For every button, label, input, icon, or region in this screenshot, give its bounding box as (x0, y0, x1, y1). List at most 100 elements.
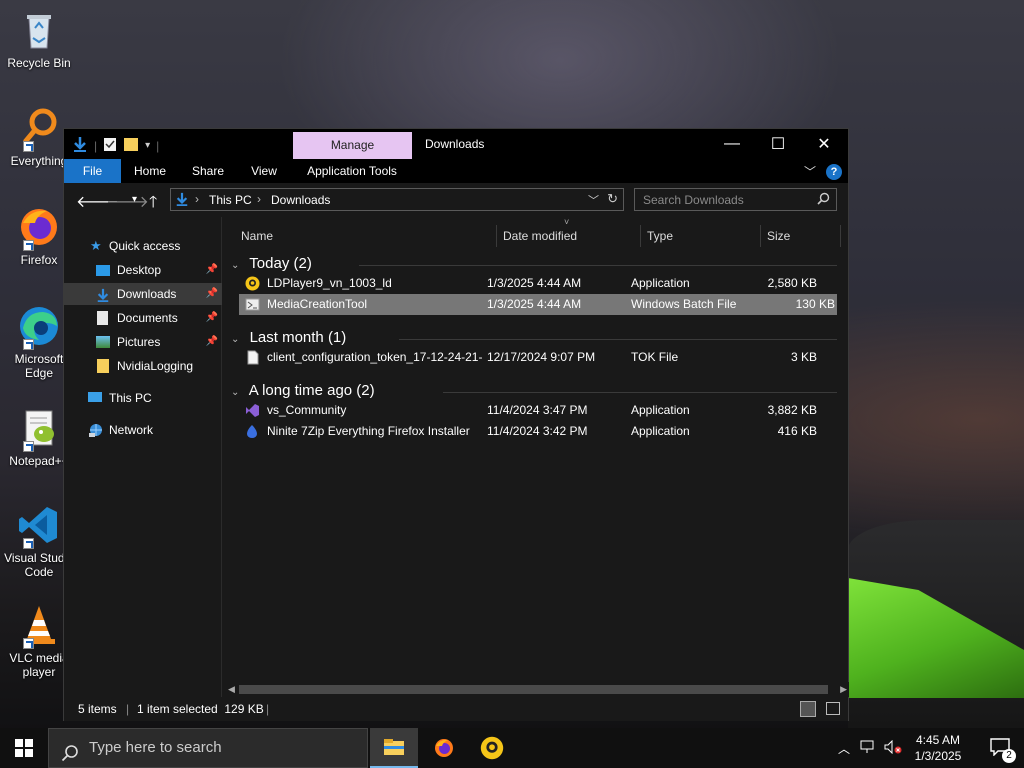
tab-file[interactable]: File (64, 159, 121, 183)
quick-access-toolbar: | ▾ | (72, 136, 159, 155)
properties-icon[interactable] (103, 136, 117, 155)
desktop-icon-label: VLC media player (9, 651, 69, 679)
column-size[interactable]: Size (761, 225, 841, 247)
notification-icon: 2 (990, 737, 1016, 763)
file-row-ninite-installer[interactable]: Ninite 7Zip Everything Firefox Installer… (239, 421, 837, 442)
sidebar-item-label: NvidiaLogging (117, 359, 194, 373)
address-dropdown-chevron-icon[interactable]: ﹀ (588, 192, 599, 208)
taskbar-ldplayer[interactable] (468, 728, 516, 768)
shortcut-arrow-icon (23, 638, 34, 649)
file-size: 130 KB (795, 297, 835, 311)
minimize-button[interactable]: — (709, 129, 755, 159)
desktop-icon-recycle-bin[interactable]: Recycle Bin (0, 8, 78, 70)
volume-muted-icon[interactable] (884, 739, 902, 757)
network-status-icon[interactable] (860, 740, 876, 757)
shortcut-arrow-icon (23, 538, 34, 549)
desktop-icon-label: Firefox (20, 253, 58, 267)
address-bar[interactable]: › This PC › Downloads ﹀ ↻ (170, 188, 624, 211)
scroll-thumb[interactable] (239, 685, 828, 694)
up-arrow-icon[interactable]: 🡑 (149, 191, 157, 218)
sidebar-item-this-pc[interactable]: This PC (64, 387, 222, 409)
column-name[interactable]: Name (235, 225, 497, 247)
sidebar-item-quick-access[interactable]: ★ Quick access (64, 235, 222, 257)
group-label: Today (2) (249, 255, 312, 272)
action-center-button[interactable]: 2 (976, 728, 1024, 768)
sidebar-item-documents[interactable]: Documents 📌 (64, 307, 222, 329)
refresh-icon[interactable]: ↻ (607, 191, 618, 207)
scroll-right-arrow-icon[interactable]: ▶ (840, 682, 847, 697)
tab-home[interactable]: Home (128, 159, 172, 183)
tab-manage[interactable]: Manage (293, 132, 412, 159)
horizontal-scrollbar[interactable]: ◀ ▶ (223, 682, 849, 697)
file-type: Application (631, 403, 690, 417)
firefox-icon (435, 739, 453, 757)
new-folder-icon[interactable] (123, 136, 139, 155)
file-name: Ninite 7Zip Everything Firefox Installer (267, 424, 470, 438)
sidebar-item-pictures[interactable]: Pictures 📌 (64, 331, 222, 353)
everything-icon (17, 106, 61, 152)
pin-icon[interactable]: 📌 (206, 331, 218, 353)
scroll-left-arrow-icon[interactable]: ◀ (228, 682, 235, 697)
folder-icon (97, 359, 109, 373)
sidebar-item-desktop[interactable]: Desktop 📌 (64, 259, 222, 281)
taskbar-search-placeholder: Type here to search (89, 739, 222, 756)
pin-icon[interactable]: 📌 (206, 307, 218, 329)
file-type: TOK File (631, 350, 679, 364)
clock[interactable]: 4:45 AM 1/3/2025 (906, 732, 970, 764)
sort-chevron-icon: ˅ (564, 217, 570, 227)
file-name: MediaCreationTool (267, 297, 368, 311)
downloads-arrow-icon (72, 136, 88, 155)
status-separator: | (126, 702, 130, 716)
search-icon (817, 192, 830, 208)
pin-icon[interactable]: 📌 (206, 259, 218, 281)
tab-view[interactable]: View (244, 159, 284, 183)
search-placeholder: Search Downloads (643, 193, 744, 207)
expand-ribbon-chevron-icon[interactable]: ﹀ (804, 163, 816, 180)
file-size: 3 KB (790, 350, 817, 364)
large-icons-view-icon[interactable] (826, 702, 840, 715)
pictures-icon (96, 336, 110, 348)
taskbar-search-box[interactable]: Type here to search (48, 728, 368, 768)
file-name: client_configuration_token_17-12-24-21-.… (267, 350, 483, 364)
star-icon: ★ (90, 238, 102, 253)
sidebar-item-downloads[interactable]: Downloads 📌 (64, 283, 222, 305)
search-downloads-input[interactable]: Search Downloads (634, 188, 837, 211)
sidebar-item-nvidialogging[interactable]: NvidiaLogging (64, 355, 222, 377)
desktop-icon-label: Microsoft Edge (14, 352, 64, 380)
clock-date: 1/3/2025 (914, 749, 962, 763)
close-button[interactable]: ✕ (801, 129, 847, 159)
taskbar-file-explorer[interactable] (370, 728, 418, 768)
recent-locations-chevron-icon[interactable]: ▾ (132, 194, 137, 205)
title-bar[interactable]: | ▾ | Manage Downloads — ☐ ✕ (64, 129, 848, 159)
group-divider (359, 265, 837, 266)
ldplayer-icon (480, 736, 504, 760)
pin-icon[interactable]: 📌 (206, 283, 218, 305)
breadcrumb-this-pc[interactable]: This PC (209, 193, 252, 207)
show-hidden-icons-chevron-icon[interactable]: ︿ (838, 740, 850, 757)
breadcrumb-downloads[interactable]: Downloads (271, 193, 330, 207)
window-title: Downloads (425, 137, 485, 151)
tab-share[interactable]: Share (186, 159, 230, 183)
details-view-icon[interactable] (800, 701, 816, 717)
group-header-today[interactable]: ⌄ Today (2) (231, 255, 312, 272)
taskbar-firefox[interactable] (420, 728, 468, 768)
file-row-vs-community[interactable]: vs_Community 11/4/2024 3:47 PM Applicati… (239, 400, 837, 421)
file-row-mediacreationtool[interactable]: MediaCreationTool 1/3/2025 4:44 AM Windo… (239, 294, 837, 315)
tab-application-tools[interactable]: Application Tools (300, 159, 404, 183)
sidebar-item-network[interactable]: Network (64, 419, 222, 441)
group-header-long-time-ago[interactable]: ⌄ A long time ago (2) (231, 382, 375, 399)
column-type[interactable]: Type (641, 225, 761, 247)
file-date: 11/4/2024 3:42 PM (487, 424, 588, 438)
forward-arrow-icon[interactable]: 🡒 (106, 191, 149, 212)
file-row-ldplayer[interactable]: LDPlayer9_vn_1003_ld 1/3/2025 4:44 AM Ap… (239, 273, 837, 294)
batch-file-icon (245, 297, 260, 312)
column-date-modified[interactable]: Date modified (497, 225, 641, 247)
file-date: 12/17/2024 9:07 PM (487, 350, 596, 364)
group-label: Last month (1) (249, 329, 347, 346)
start-button[interactable] (0, 728, 48, 768)
customize-qat-chevron-icon[interactable]: ▾ (145, 140, 150, 151)
group-header-last-month[interactable]: ⌄ Last month (1) (231, 329, 346, 346)
help-icon[interactable]: ? (826, 163, 842, 180)
maximize-button[interactable]: ☐ (755, 129, 801, 159)
file-row-client-configuration-token[interactable]: client_configuration_token_17-12-24-21-.… (239, 347, 837, 368)
